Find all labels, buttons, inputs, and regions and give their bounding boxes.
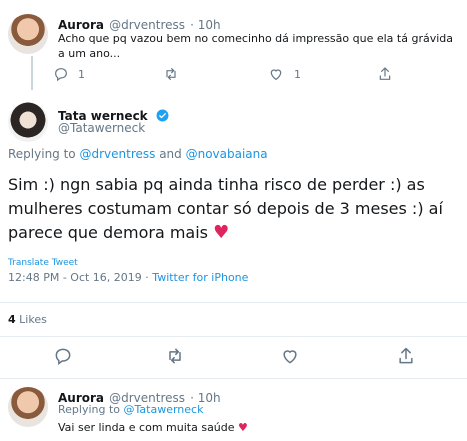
avatar[interactable] xyxy=(8,102,48,142)
like-button[interactable]: 1 xyxy=(268,66,301,82)
mention-link[interactable]: @drventress xyxy=(79,147,155,161)
tweet-timestamp[interactable]: 12:48 PM - Oct 16, 2019 xyxy=(8,271,142,284)
reply-tweet-top[interactable]: Aurora @drventress · 10h Acho que pq vaz… xyxy=(0,0,467,90)
share-button[interactable] xyxy=(377,66,393,82)
heart-emoji: ♥ xyxy=(238,421,248,434)
retweet-button[interactable] xyxy=(165,346,185,366)
verified-icon xyxy=(156,109,169,122)
tweet-text: Sim :) ngn sabia pq ainda tinha risco de… xyxy=(8,173,460,245)
tweet-text: Vai ser linda e com muita saúde ♥ xyxy=(58,420,248,435)
translate-tweet-link[interactable]: Translate Tweet xyxy=(8,258,78,268)
tweet-source-link[interactable]: Twitter for iPhone xyxy=(152,271,248,284)
reply-button[interactable]: 1 xyxy=(53,66,85,82)
reply-tweet-bottom[interactable]: Aurora @drventress · 10h Replying to @Ta… xyxy=(0,379,467,441)
author-name[interactable]: Aurora xyxy=(58,18,104,32)
reply-button[interactable] xyxy=(53,346,73,366)
reply-icon xyxy=(55,68,67,82)
like-icon xyxy=(283,350,297,364)
like-button[interactable] xyxy=(280,346,300,366)
tweet-meta: 12:48 PM - Oct 16, 2019 · Twitter for iP… xyxy=(8,271,248,284)
share-icon xyxy=(379,67,391,80)
tweet-text-body: Vai ser linda e com muita saúde xyxy=(58,421,235,434)
likes-label: Likes xyxy=(19,313,47,326)
main-tweet: Tata werneck @Tatawerneck Replying to @d… xyxy=(0,90,467,370)
replying-to: Replying to @drventress and @novabaiana xyxy=(8,147,268,161)
retweet-icon xyxy=(166,68,176,80)
thread-connector xyxy=(31,56,33,90)
retweet-button[interactable] xyxy=(163,66,179,82)
likes-summary[interactable]: 4 Likes xyxy=(8,313,47,326)
replying-joiner: and xyxy=(155,147,186,161)
mention-link[interactable]: @Tatawerneck xyxy=(124,403,204,416)
retweet-icon xyxy=(169,348,181,364)
author-handle[interactable]: @Tatawerneck xyxy=(58,121,145,135)
share-icon xyxy=(399,347,413,364)
avatar[interactable] xyxy=(8,387,48,427)
reply-icon xyxy=(55,348,71,365)
like-icon xyxy=(270,69,282,81)
mention-link[interactable]: @novabaiana xyxy=(186,147,268,161)
meta-dot: · xyxy=(141,271,153,284)
avatar[interactable] xyxy=(8,14,48,54)
divider xyxy=(0,336,467,337)
share-button[interactable] xyxy=(396,346,416,366)
likes-count: 4 xyxy=(8,313,16,326)
author-handle[interactable]: @drventress xyxy=(109,18,185,32)
replying-prefix: Replying to xyxy=(58,403,124,416)
tweet-time[interactable]: · 10h xyxy=(190,18,221,32)
replying-prefix: Replying to xyxy=(8,147,80,161)
divider xyxy=(0,302,467,303)
reply-count: 1 xyxy=(78,67,85,81)
heart-emoji: ♥ xyxy=(213,222,230,243)
like-count: 1 xyxy=(294,67,301,81)
replying-to: Replying to @Tatawerneck xyxy=(58,403,203,416)
tweet-text: Acho que pq vazou bem no comecinho dá im… xyxy=(58,32,453,60)
